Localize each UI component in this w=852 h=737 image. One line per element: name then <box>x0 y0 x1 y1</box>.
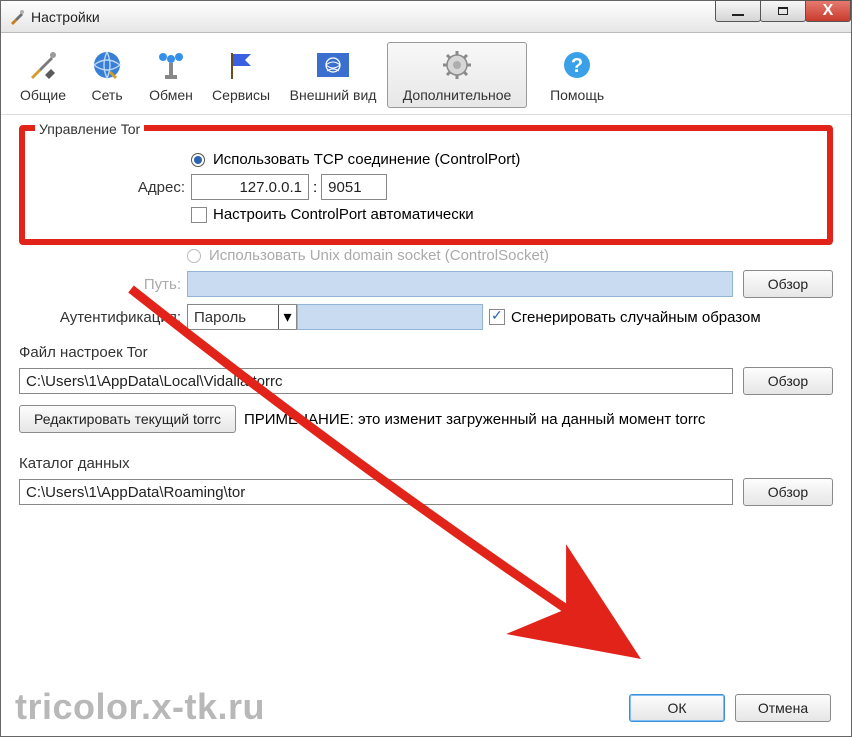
use-tcp-radio[interactable] <box>191 153 205 167</box>
close-button[interactable]: X <box>805 0 851 22</box>
window-controls: X <box>716 0 851 22</box>
highlight-box: Управление Tor Использовать TCP соединен… <box>19 125 833 245</box>
tab-label: Обмен <box>149 87 193 103</box>
tab-label: Общие <box>20 87 66 103</box>
address-label: Адрес: <box>41 179 191 196</box>
tab-advanced[interactable]: Дополнительное <box>387 42 527 108</box>
tab-label: Помощь <box>550 87 604 103</box>
tab-label: Сеть <box>91 87 122 103</box>
settings-window: Настройки X Общие Сеть Обмен <box>0 0 852 737</box>
tab-label: Сервисы <box>212 87 270 103</box>
address-port-input[interactable] <box>321 174 387 200</box>
edit-torrc-button[interactable]: Редактировать текущий torrc <box>19 405 236 433</box>
datadir-browse-button[interactable]: Обзор <box>743 478 833 506</box>
window-title: Настройки <box>31 9 100 25</box>
ok-button[interactable]: ОК <box>629 694 725 722</box>
maximize-button[interactable] <box>760 0 806 22</box>
content-area: Управление Tor Использовать TCP соединен… <box>1 115 851 516</box>
tab-network[interactable]: Сеть <box>75 42 139 108</box>
cancel-button[interactable]: Отмена <box>735 694 831 722</box>
socket-path-input <box>187 271 733 297</box>
address-separator: : <box>309 179 321 196</box>
un-flag-icon <box>317 49 349 81</box>
tab-general[interactable]: Общие <box>11 42 75 108</box>
tab-services[interactable]: Сервисы <box>203 42 279 108</box>
tab-help[interactable]: ? Помощь <box>541 42 613 108</box>
use-unix-label: Использовать Unix domain socket (Control… <box>209 247 549 264</box>
auth-label: Аутентификация: <box>19 309 187 326</box>
tor-group-title: Управление Tor <box>35 121 144 137</box>
globe-icon <box>91 49 123 81</box>
use-tcp-label: Использовать TCP соединение (ControlPort… <box>213 151 520 168</box>
datadir-section-label: Каталог данных <box>19 455 833 472</box>
torrc-section-label: Файл настроек Tor <box>19 344 833 361</box>
torrc-browse-button[interactable]: Обзор <box>743 367 833 395</box>
toolbar: Общие Сеть Обмен Сервисы Внешний вид <box>1 33 851 115</box>
tab-label: Дополнительное <box>403 87 512 103</box>
socket-browse-button[interactable]: Обзор <box>743 270 833 298</box>
auth-select-value: Пароль <box>188 309 252 326</box>
tab-sharing[interactable]: Обмен <box>139 42 203 108</box>
datadir-path-input[interactable] <box>19 479 733 505</box>
flag-icon <box>225 49 257 81</box>
address-ip-input[interactable] <box>191 174 309 200</box>
tools-icon <box>27 49 59 81</box>
auth-password-input[interactable] <box>297 304 483 330</box>
watermark-text: tricolor.x-tk.ru <box>15 686 265 728</box>
tab-appearance[interactable]: Внешний вид <box>279 42 387 108</box>
torrc-path-input[interactable] <box>19 368 733 394</box>
auth-random-label: Сгенерировать случайным образом <box>511 309 761 326</box>
use-unix-radio <box>187 249 201 263</box>
help-icon: ? <box>561 49 593 81</box>
app-icon <box>9 9 25 25</box>
gear-icon <box>441 49 473 81</box>
svg-text:?: ? <box>571 55 583 77</box>
auth-random-checkbox[interactable] <box>489 309 505 325</box>
torrc-note: ПРИМЕЧАНИЕ: это изменит загруженный на д… <box>244 411 705 428</box>
tab-label: Внешний вид <box>290 87 377 103</box>
socket-path-label: Путь: <box>19 276 187 293</box>
chevron-down-icon: ▾ <box>278 305 296 329</box>
titlebar: Настройки X <box>1 1 851 33</box>
auto-controlport-checkbox[interactable] <box>191 207 207 223</box>
auto-controlport-label: Настроить ControlPort автоматически <box>213 206 474 223</box>
auth-select[interactable]: Пароль ▾ <box>187 304 297 330</box>
minimize-button[interactable] <box>715 0 761 22</box>
share-icon <box>155 49 187 81</box>
